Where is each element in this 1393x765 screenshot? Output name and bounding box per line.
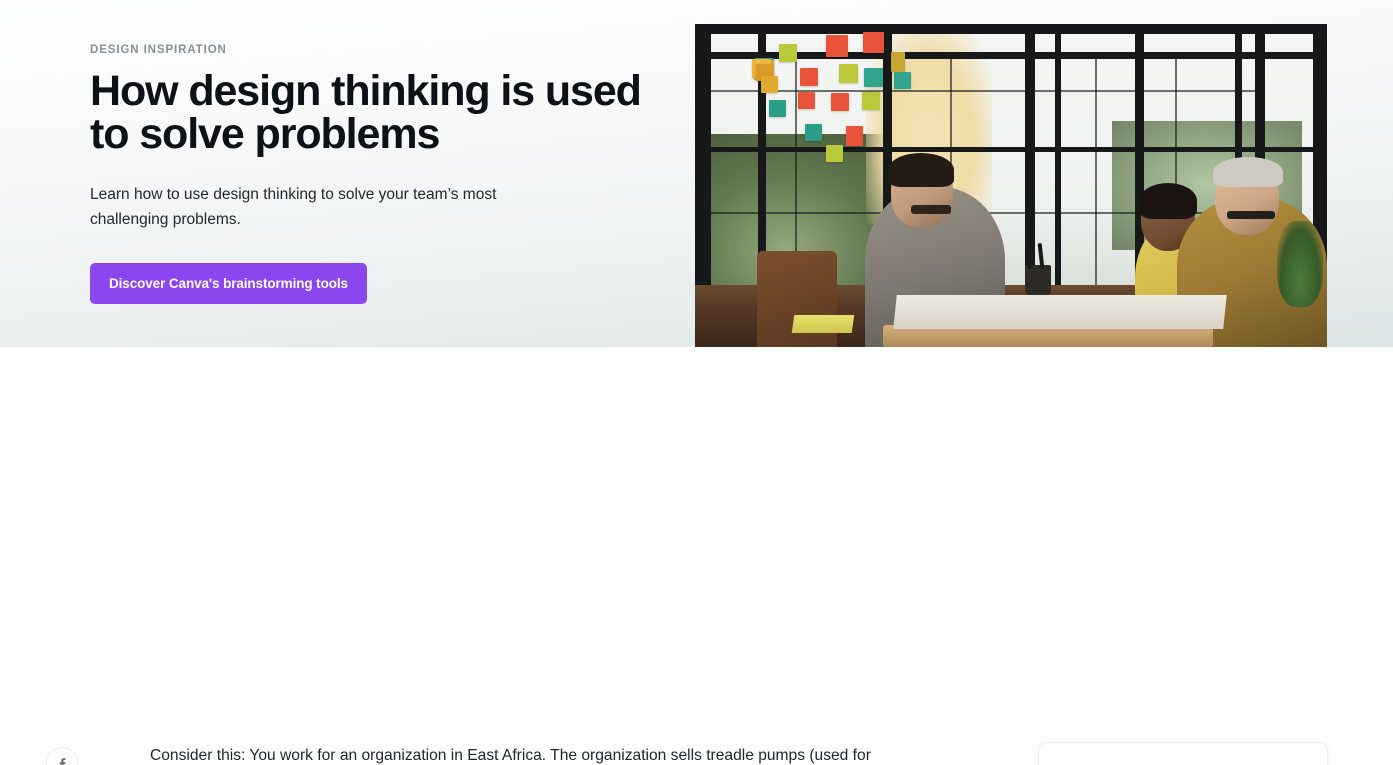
sticky-note — [826, 145, 843, 162]
sticky-note — [864, 68, 883, 87]
discover-brainstorming-tools-button[interactable]: Discover Canva's brainstorming tools — [90, 263, 367, 305]
person-middle-hair — [1139, 183, 1197, 219]
window-frame-top — [695, 24, 1327, 34]
hero-section: DESIGN INSPIRATION How design thinking i… — [0, 0, 1393, 347]
page-title: How design thinking is used to solve pro… — [90, 67, 642, 158]
article-body: Consider this: You work for an organizat… — [0, 347, 1393, 765]
sticky-note — [769, 100, 786, 117]
facebook-icon — [59, 757, 65, 765]
sticky-note — [761, 76, 778, 93]
social-share-rail — [46, 747, 78, 765]
plant — [1277, 221, 1323, 307]
sticky-note — [891, 52, 905, 72]
person-left-hair — [888, 153, 954, 187]
hero-text-block: DESIGN INSPIRATION How design thinking i… — [90, 44, 660, 305]
article-content: Consider this: You work for an organizat… — [150, 743, 935, 765]
hero-image — [695, 24, 1327, 347]
sticky-note — [894, 72, 911, 89]
sticky-note — [839, 64, 858, 83]
person-right-glasses-icon — [1227, 211, 1275, 219]
person-left-glasses-icon — [911, 205, 951, 214]
sticky-note — [805, 124, 822, 141]
sticky-note — [779, 44, 797, 62]
promo-card: Bring your ideas to life in minutes. Des… — [1038, 742, 1328, 765]
yellow-notepad — [791, 315, 855, 333]
share-facebook-button[interactable] — [46, 747, 78, 765]
paper-sheet — [893, 295, 1227, 329]
pen-cup — [1025, 265, 1051, 295]
sticky-note — [798, 92, 815, 109]
sticky-note — [863, 32, 884, 53]
article-paragraph: Consider this: You work for an organizat… — [150, 747, 871, 764]
person-right-hair — [1213, 157, 1283, 187]
sticky-note — [826, 35, 848, 57]
window-frame-rail — [695, 147, 1327, 152]
sticky-note — [862, 92, 880, 110]
sticky-note — [800, 68, 818, 86]
sticky-note — [831, 93, 849, 111]
hero-subtitle: Learn how to use design thinking to solv… — [90, 186, 497, 229]
sticky-note — [846, 126, 863, 146]
hero-eyebrow: DESIGN INSPIRATION — [90, 44, 227, 56]
promo-title: Bring your ideas to life in minutes. — [1039, 743, 1327, 765]
